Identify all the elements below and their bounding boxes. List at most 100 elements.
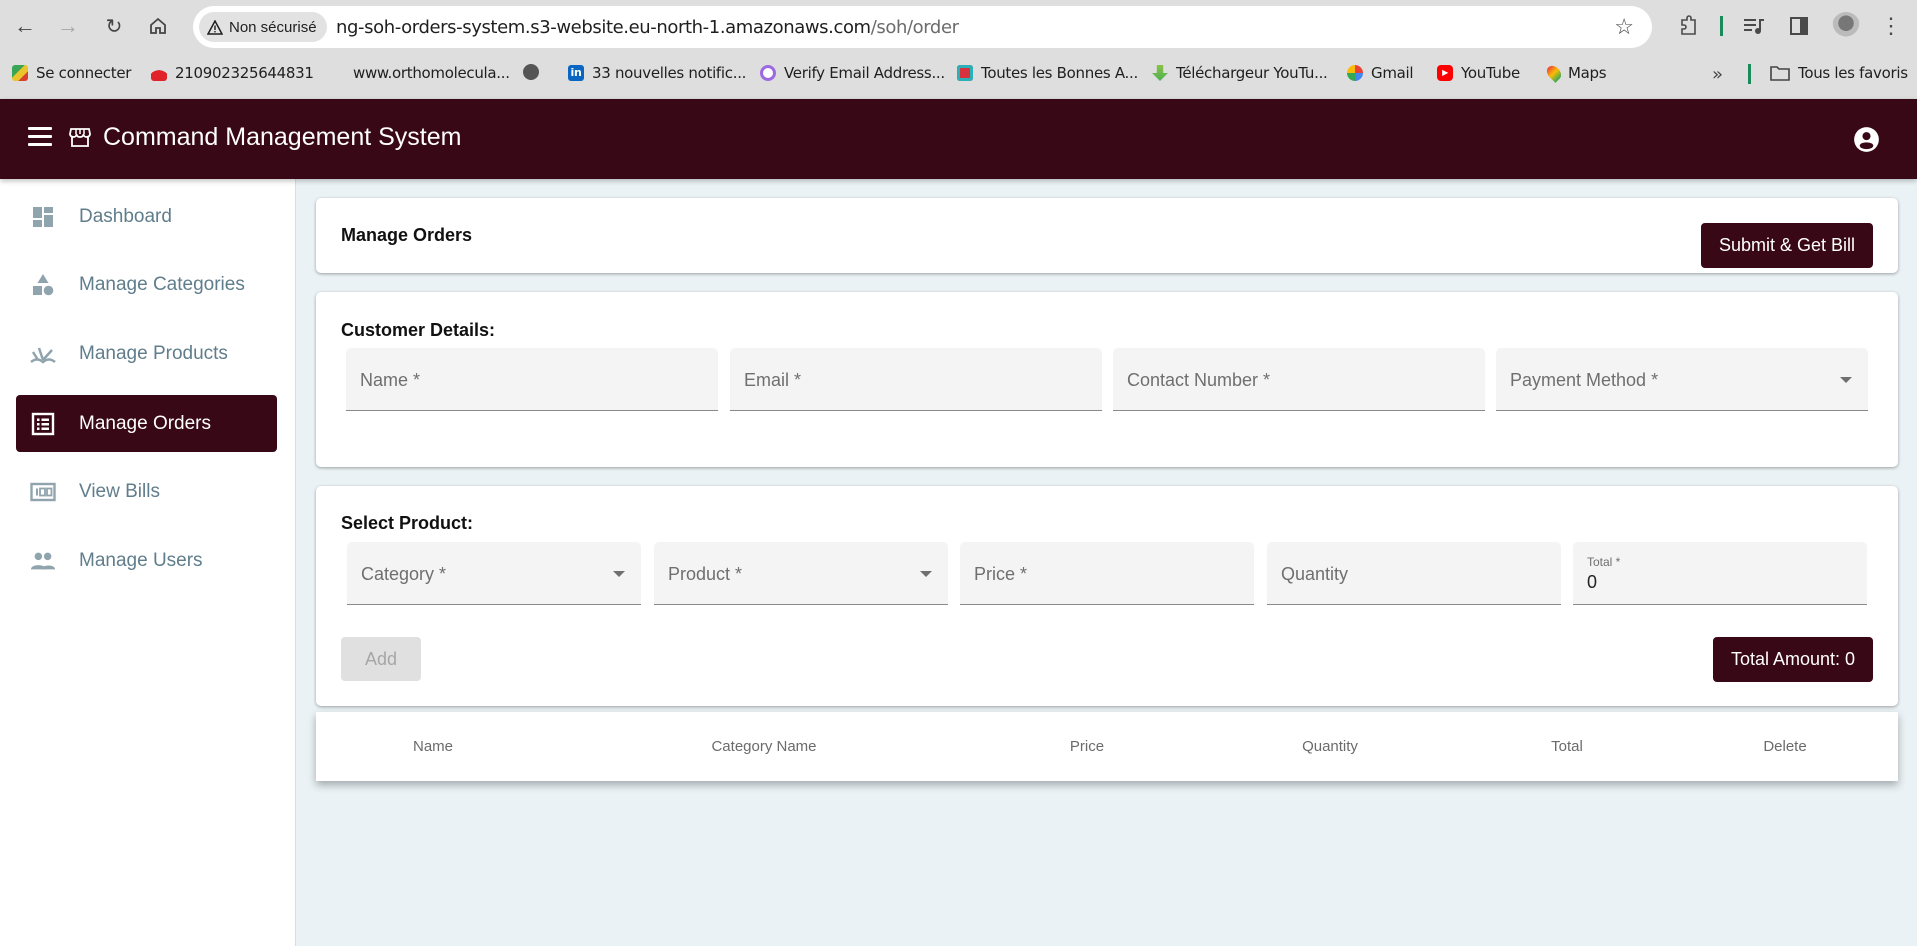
security-chip[interactable]: Non sécurisé: [199, 12, 327, 42]
products-icon: [30, 341, 56, 367]
extensions-button[interactable]: [1675, 12, 1703, 40]
home-icon: [150, 17, 166, 34]
sidebar-item-products[interactable]: Manage Products: [16, 325, 277, 382]
colorful-logo-icon: [12, 65, 28, 81]
side-panel-button[interactable]: [1785, 12, 1813, 40]
bookmark-label: Téléchargeur YouTu...: [1176, 64, 1328, 82]
product-select[interactable]: Product *: [654, 542, 948, 605]
column-header-quantity: Quantity: [1302, 738, 1358, 755]
more-menu-button[interactable]: ⋮: [1877, 12, 1905, 40]
contact-number-input[interactable]: Contact Number *: [1113, 348, 1485, 411]
quantity-placeholder: Quantity: [1281, 564, 1349, 584]
back-button[interactable]: ←: [10, 11, 40, 41]
bookmark-item[interactable]: Toutes les Bonnes A...: [957, 64, 1138, 82]
quantity-input[interactable]: Quantity: [1267, 542, 1561, 605]
account-circle-icon[interactable]: [1853, 126, 1880, 153]
bookmark-label: Gmail: [1371, 64, 1414, 82]
profile-avatar[interactable]: [1832, 12, 1860, 40]
bills-icon: [30, 479, 56, 505]
bookmark-item[interactable]: www.orthomolecula...: [353, 64, 510, 82]
bookmark-item[interactable]: ▶ YouTube: [1437, 64, 1520, 82]
huawei-icon: [151, 65, 167, 81]
sidebar-item-bills[interactable]: View Bills: [16, 463, 277, 520]
reload-button[interactable]: ↻: [99, 11, 129, 41]
dropdown-arrow-icon: [1840, 377, 1852, 383]
queue-music-icon: [1744, 19, 1764, 34]
people-icon: [30, 548, 56, 574]
youtube-icon: ▶: [1437, 65, 1453, 81]
email-placeholder: Email *: [744, 370, 802, 390]
bookmarks-overflow-button[interactable]: »: [1712, 64, 1723, 85]
bookmark-item[interactable]: Se connecter: [12, 64, 131, 82]
product-placeholder: Product *: [668, 564, 743, 584]
home-button[interactable]: [143, 11, 173, 41]
price-placeholder: Price *: [974, 564, 1028, 584]
add-button[interactable]: Add: [341, 637, 421, 681]
storefront-icon: [69, 128, 91, 147]
media-control-button[interactable]: [1740, 12, 1768, 40]
page-title: Manage Orders: [341, 225, 473, 245]
category-select[interactable]: Category *: [347, 542, 641, 605]
total-label: Total *: [1587, 555, 1621, 569]
sidebar-item-categories[interactable]: Manage Categories: [16, 256, 277, 313]
reload-icon: ↻: [105, 15, 123, 38]
side-panel-icon: [1790, 17, 1808, 35]
payment-method-placeholder: Payment Method *: [1510, 370, 1659, 390]
download-arrow-icon: [1152, 65, 1168, 81]
globe-icon: [523, 64, 539, 80]
sidebar-item-users[interactable]: Manage Users: [16, 532, 277, 589]
bookmark-label: Se connecter: [36, 64, 132, 82]
warning-icon: [207, 19, 223, 35]
dropdown-arrow-icon: [613, 571, 625, 577]
submit-get-bill-button[interactable]: Submit & Get Bill: [1701, 223, 1873, 268]
app-title: Command Management System: [103, 123, 462, 151]
bookmark-red-icon: [957, 65, 973, 81]
bookmark-label: Toutes les Bonnes A...: [981, 64, 1138, 82]
contact-number-placeholder: Contact Number *: [1127, 370, 1271, 390]
url-path: /soh/order: [870, 17, 959, 38]
sidebar-item-label: Manage Users: [79, 549, 203, 571]
security-label: Non sécurisé: [229, 18, 317, 36]
bookmark-label: Maps: [1568, 64, 1607, 82]
product-section-title: Select Product:: [341, 513, 474, 533]
all-bookmarks-button[interactable]: Tous les favoris: [1770, 64, 1908, 82]
email-input[interactable]: Email *: [730, 348, 1102, 411]
order-items-table: Name Category Name Price Quantity Total …: [316, 712, 1898, 781]
chevron-double-right-icon: »: [1712, 64, 1723, 85]
price-input[interactable]: Price *: [960, 542, 1254, 605]
bookmark-star-icon[interactable]: ☆: [1614, 14, 1634, 40]
bookmark-item[interactable]: in 33 nouvelles notific...: [568, 64, 746, 82]
url-text[interactable]: ng-soh-orders-system.s3-website.eu-north…: [336, 17, 959, 38]
arrow-right-icon: →: [57, 13, 79, 38]
puzzle-icon: [1681, 15, 1696, 35]
bookmark-item[interactable]: Verify Email Address...: [760, 64, 945, 82]
payment-method-select[interactable]: Payment Method *: [1496, 348, 1868, 411]
sidebar-item-label: Dashboard: [79, 205, 172, 227]
sidebar-item-label: Manage Products: [79, 342, 228, 364]
sidebar-item-orders[interactable]: Manage Orders: [16, 395, 277, 452]
sidebar-item-dashboard[interactable]: Dashboard: [16, 188, 277, 245]
column-header-total: Total: [1551, 738, 1583, 755]
bookmark-item[interactable]: [523, 64, 539, 80]
total-input[interactable]: Total * 0: [1573, 542, 1867, 605]
google-icon: [1347, 65, 1363, 81]
bookmark-item[interactable]: Gmail: [1347, 64, 1414, 82]
verify-icon: [760, 65, 776, 81]
menu-icon[interactable]: [28, 127, 52, 149]
bookmarks-bar: Se connecter 210902325644831 www.orthomo…: [0, 56, 1917, 90]
url-host: ng-soh-orders-system.s3-website.eu-north…: [336, 17, 871, 38]
forward-button[interactable]: →: [53, 11, 83, 41]
column-header-name: Name: [412, 738, 454, 755]
bookmark-item[interactable]: Maps: [1544, 63, 1607, 83]
folder-icon: [1770, 66, 1790, 81]
name-input[interactable]: Name *: [346, 348, 718, 411]
name-placeholder: Name *: [360, 370, 421, 390]
bookmark-item[interactable]: Téléchargeur YouTu...: [1152, 64, 1328, 82]
dashboard-icon: [30, 204, 56, 230]
all-bookmarks-label: Tous les favoris: [1798, 64, 1908, 82]
address-bar[interactable]: Non sécurisé ng-soh-orders-system.s3-web…: [193, 6, 1652, 48]
category-icon: [30, 272, 56, 298]
arrow-left-icon: ←: [14, 13, 36, 38]
bookmark-item[interactable]: 210902325644831: [151, 64, 314, 82]
customer-section-title: Customer Details:: [341, 320, 496, 340]
